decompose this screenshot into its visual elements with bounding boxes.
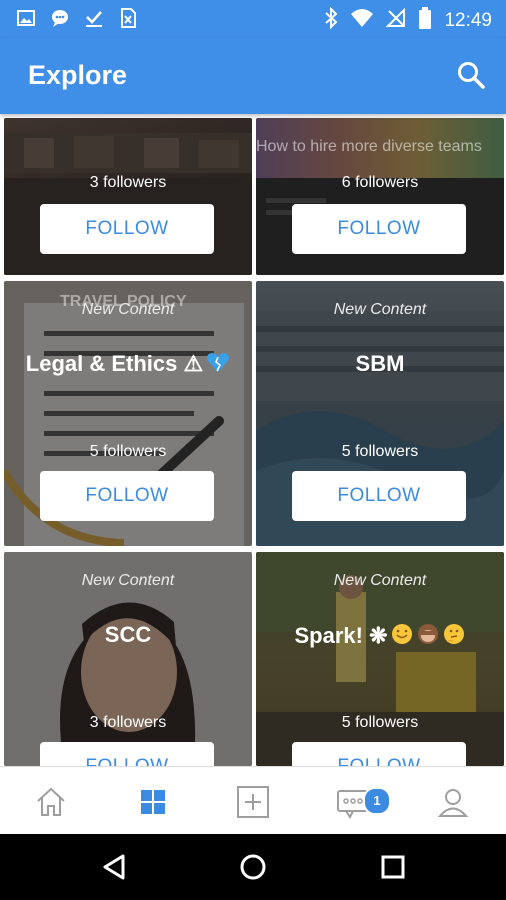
home-icon[interactable] bbox=[34, 785, 68, 819]
channel-name: SBM bbox=[355, 351, 405, 376]
channel-name: SCC bbox=[104, 622, 152, 647]
background-caption: How to hire more diverse teams bbox=[256, 138, 482, 155]
channel-name-row: Legal & Ethics ⚠ bbox=[4, 351, 252, 379]
followers-count: 3 followers bbox=[89, 174, 167, 191]
followers-count: 6 followers bbox=[341, 174, 419, 191]
profile-icon[interactable] bbox=[436, 785, 470, 819]
followers-count: 5 followers bbox=[341, 714, 419, 731]
grid-icon[interactable] bbox=[136, 785, 170, 819]
chat-badge: 1 bbox=[363, 787, 391, 815]
system-nav-bar bbox=[0, 834, 506, 900]
new-content-tag: New Content bbox=[333, 301, 427, 318]
new-content-tag: New Content bbox=[81, 572, 175, 589]
page-title: Explore bbox=[28, 60, 128, 90]
broken-heart-icon bbox=[206, 351, 230, 379]
new-content-tag: New Content bbox=[333, 572, 427, 589]
channel-grid[interactable]: 3 followers FOLLOW How to hire more dive… bbox=[0, 114, 506, 766]
bluetooth-icon bbox=[324, 6, 338, 34]
wifi-icon bbox=[350, 8, 374, 33]
followers-count: 5 followers bbox=[341, 443, 419, 460]
download-icon bbox=[84, 8, 104, 28]
channel-name: Legal & Ethics ⚠ bbox=[25, 351, 204, 376]
hugging-face-icon bbox=[390, 622, 414, 652]
follow-button[interactable]: FOLLOW bbox=[292, 742, 466, 766]
channel-card[interactable]: How to hire more diverse teams 6 followe… bbox=[256, 118, 504, 275]
channel-name: Spark! ❋ bbox=[294, 622, 388, 648]
channel-card[interactable]: New Content SBM 5 followers FOLLOW bbox=[256, 281, 504, 546]
status-time: 12:49 bbox=[444, 9, 492, 31]
back-icon[interactable] bbox=[97, 850, 131, 884]
followers-count: 3 followers bbox=[89, 714, 167, 731]
follow-button[interactable]: FOLLOW bbox=[40, 742, 214, 766]
channel-name-row: Spark! ❋ bbox=[256, 622, 504, 652]
channel-card[interactable]: TRAVEL POLICY New Content Legal & Ethics… bbox=[4, 281, 252, 546]
file-icon bbox=[118, 8, 138, 28]
chat-icon bbox=[50, 8, 70, 28]
follow-button[interactable]: FOLLOW bbox=[40, 471, 214, 521]
new-content-tag: New Content bbox=[81, 301, 175, 318]
battery-icon bbox=[418, 7, 432, 34]
recents-icon[interactable] bbox=[376, 850, 410, 884]
channel-card[interactable]: New Content Spark! ❋ 5 followers FOLLOW bbox=[256, 552, 504, 766]
follow-button[interactable]: FOLLOW bbox=[292, 471, 466, 521]
add-icon[interactable] bbox=[236, 785, 270, 819]
follow-button[interactable]: FOLLOW bbox=[40, 204, 214, 254]
search-icon[interactable] bbox=[456, 60, 486, 90]
channel-card[interactable]: New Content SCC 3 followers FOLLOW bbox=[4, 552, 252, 766]
monkey-icon bbox=[416, 622, 440, 652]
thinking-face-icon bbox=[442, 622, 466, 652]
app-bar: Explore bbox=[0, 38, 506, 114]
image-icon bbox=[16, 8, 36, 28]
no-signal-icon bbox=[386, 7, 406, 33]
home-circle-icon[interactable] bbox=[236, 850, 270, 884]
followers-count: 5 followers bbox=[89, 443, 167, 460]
follow-button[interactable]: FOLLOW bbox=[292, 204, 466, 254]
status-bar: 12:49 bbox=[0, 0, 506, 38]
bottom-nav: 1 bbox=[0, 766, 506, 835]
channel-card[interactable]: 3 followers FOLLOW bbox=[4, 118, 252, 275]
